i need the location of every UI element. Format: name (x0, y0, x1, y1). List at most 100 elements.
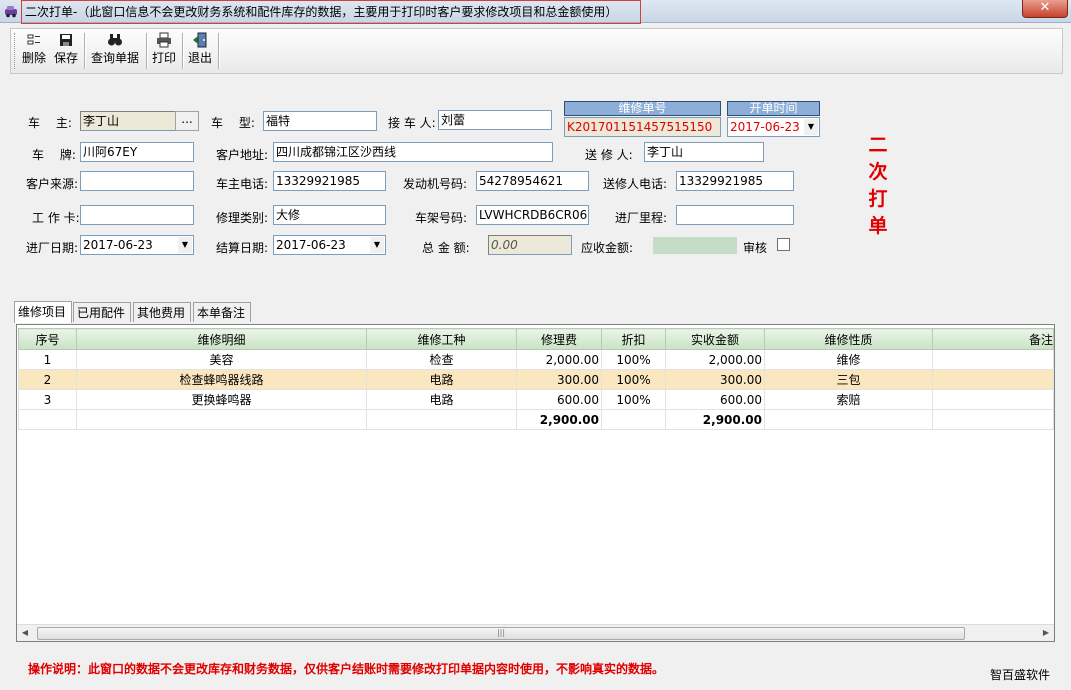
tab-other-fees[interactable]: 其他费用 (133, 302, 191, 322)
table-cell[interactable]: 600.00 (516, 389, 602, 410)
scroll-left-icon[interactable]: ◀ (17, 625, 33, 641)
address-field[interactable]: 四川成都锦江区沙西线 (273, 142, 553, 162)
side-title: 二 次 打 单 (866, 132, 890, 240)
owner-field[interactable]: 李丁山 (80, 111, 176, 131)
workcard-field[interactable] (80, 205, 194, 225)
window-title: 二次打单-（此窗口信息不会更改财务系统和配件库存的数据，主要用于打印时客户要求修… (21, 0, 641, 24)
engine-label: 发动机号码: (403, 177, 468, 191)
in-date-label: 进厂日期: (26, 241, 79, 255)
table-cell[interactable]: 检查蜂鸣器线路 (76, 369, 367, 390)
tab-repair-items[interactable]: 维修项目 (14, 301, 72, 323)
in-date-dropdown[interactable]: 2017-06-23 ▼ (80, 235, 194, 255)
chevron-down-icon[interactable]: ▼ (370, 237, 384, 253)
table-cell[interactable]: 3 (18, 389, 77, 410)
toolbar: 删除 保存 查询单据 打印 退出 (10, 28, 1063, 74)
repair-items-grid: 序号 维修明细 维修工种 修理费 折扣 实收金额 维修性质 备注 1 美容 检查… (16, 324, 1055, 642)
total-fee-cell: 2,900.00 (516, 409, 602, 430)
table-cell[interactable]: 索赔 (764, 389, 933, 410)
table-cell[interactable]: 100% (601, 369, 666, 390)
table-cell[interactable]: 2 (18, 369, 77, 390)
toolbar-separator (218, 33, 220, 69)
table-cell[interactable]: 更换蜂鸣器 (76, 389, 367, 410)
delete-label: 删除 (21, 51, 46, 65)
sender-phone-field[interactable]: 13329921985 (676, 171, 794, 191)
column-header[interactable]: 折扣 (601, 328, 666, 350)
receiver-field[interactable]: 刘蕾 (438, 110, 552, 130)
sender-label: 送 修 人: (585, 148, 633, 162)
table-cell[interactable]: 电路 (366, 369, 517, 390)
column-header[interactable]: 实收金额 (665, 328, 765, 350)
close-button[interactable]: ✕ (1022, 0, 1068, 18)
delete-icon (27, 34, 40, 45)
table-row[interactable]: 1 美容 检查 2,000.00 100% 2,000.00 维修 (18, 349, 1054, 370)
address-label: 客户地址: (216, 148, 269, 162)
delete-button[interactable]: 删除 (20, 32, 48, 70)
print-label: 打印 (151, 51, 176, 65)
column-header[interactable]: 修理费 (516, 328, 602, 350)
exit-label: 退出 (187, 51, 212, 65)
toolbar-separator (146, 33, 148, 69)
side-title-char: 打 (868, 188, 888, 210)
exit-button[interactable]: 退出 (186, 32, 214, 70)
table-cell[interactable]: 300.00 (665, 369, 765, 390)
open-time-dropdown[interactable]: 2017-06-23 ▼ (727, 117, 820, 137)
save-button[interactable]: 保存 (52, 32, 80, 70)
table-cell[interactable]: 维修 (764, 349, 933, 370)
table-row[interactable]: 2 检查蜂鸣器线路 电路 300.00 100% 300.00 三包 (18, 369, 1054, 390)
table-cell[interactable]: 检查 (366, 349, 517, 370)
scrollbar-thumb[interactable]: ||| (37, 627, 965, 640)
table-cell[interactable]: 600.00 (665, 389, 765, 410)
open-time-value: 2017-06-23 (730, 120, 800, 134)
table-cell[interactable] (932, 369, 1054, 390)
table-cell[interactable]: 2,000.00 (665, 349, 765, 370)
repair-type-field[interactable]: 大修 (273, 205, 386, 225)
audit-label: 审核 (743, 241, 768, 255)
total-field: 0.00 (488, 235, 572, 255)
table-cell[interactable]: 100% (601, 349, 666, 370)
side-title-char: 单 (868, 215, 888, 237)
column-header[interactable]: 序号 (18, 328, 77, 350)
tab-used-parts[interactable]: 已用配件 (73, 302, 131, 322)
table-cell[interactable]: 2,000.00 (516, 349, 602, 370)
table-cell[interactable]: 100% (601, 389, 666, 410)
owner-lookup-button[interactable]: ... (175, 111, 199, 131)
owner-phone-field[interactable]: 13329921985 (273, 171, 386, 191)
column-header[interactable]: 维修工种 (366, 328, 517, 350)
column-header[interactable]: 维修明细 (76, 328, 367, 350)
chevron-down-icon[interactable]: ▼ (178, 237, 192, 253)
chevron-down-icon[interactable]: ▼ (804, 119, 818, 135)
table-cell[interactable] (932, 389, 1054, 410)
frame-field[interactable]: LVWHCRDB6CR067 (476, 205, 589, 225)
table-row[interactable]: 3 更换蜂鸣器 电路 600.00 100% 600.00 索赔 (18, 389, 1054, 410)
table-cell (366, 409, 517, 430)
sender-field[interactable]: 李丁山 (644, 142, 764, 162)
mileage-label: 进厂里程: (615, 211, 668, 225)
settle-date-dropdown[interactable]: 2017-06-23 ▼ (273, 235, 386, 255)
horizontal-scrollbar[interactable]: ◀ ||| ▶ (17, 624, 1054, 641)
model-label: 车 型: (211, 116, 255, 130)
open-time-header: 开单时间 (727, 101, 820, 116)
query-button[interactable]: 查询单据 (88, 32, 142, 70)
tab-order-notes[interactable]: 本单备注 (193, 302, 251, 322)
engine-field[interactable]: 54278954621 (476, 171, 589, 191)
audit-checkbox[interactable] (777, 238, 790, 251)
print-button[interactable]: 打印 (150, 32, 178, 70)
scroll-right-icon[interactable]: ▶ (1038, 625, 1054, 641)
source-field[interactable] (80, 171, 194, 191)
table-cell[interactable]: 300.00 (516, 369, 602, 390)
table-cell[interactable]: 电路 (366, 389, 517, 410)
sender-phone-label: 送修人电话: (603, 177, 668, 191)
company-name: 智百盛软件 (990, 668, 1051, 682)
table-cell[interactable]: 美容 (76, 349, 367, 370)
exit-door-icon (193, 32, 207, 48)
table-cell[interactable] (932, 349, 1054, 370)
operation-note: 操作说明：此窗口的数据不会更改库存和财务数据，仅供客户结账时需要修改打印单据内容… (28, 662, 665, 676)
table-cell[interactable]: 三包 (764, 369, 933, 390)
plate-field[interactable]: 川阿67EY (80, 142, 194, 162)
total-actual-cell: 2,900.00 (665, 409, 765, 430)
table-cell[interactable]: 1 (18, 349, 77, 370)
mileage-field[interactable] (676, 205, 794, 225)
model-field[interactable]: 福特 (263, 111, 377, 131)
column-header[interactable]: 备注 (932, 328, 1054, 350)
column-header[interactable]: 维修性质 (764, 328, 933, 350)
